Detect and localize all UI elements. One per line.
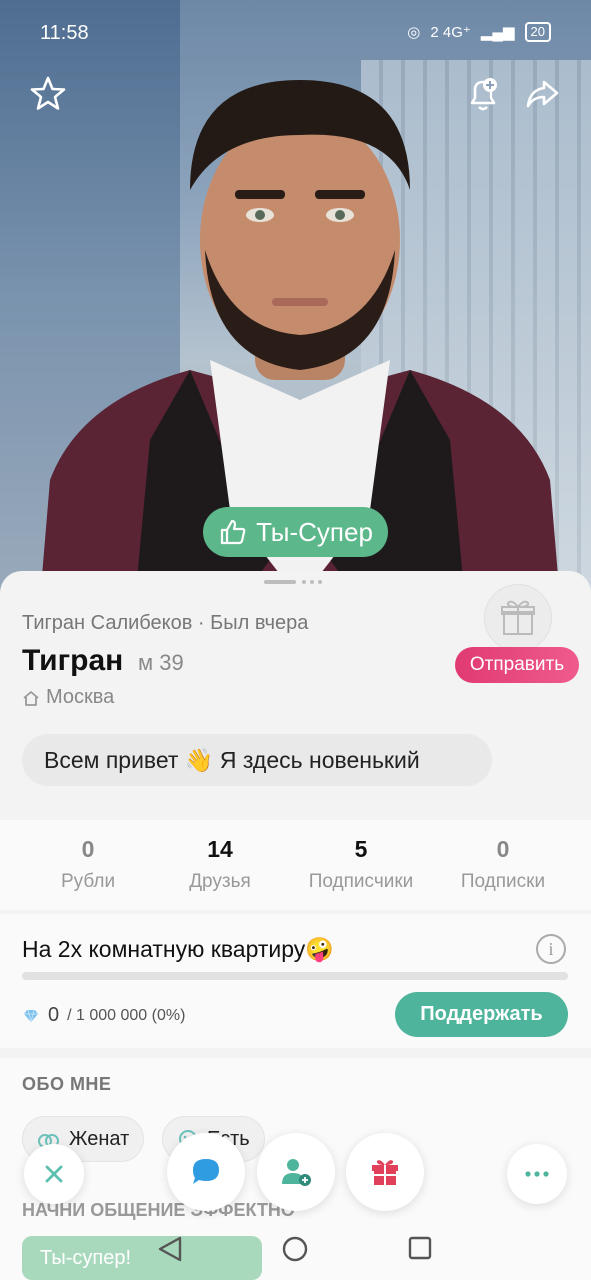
stat-value: 0 xyxy=(496,836,510,862)
gift-icon xyxy=(501,600,535,635)
drag-handle[interactable] xyxy=(264,579,324,585)
about-title: ОБО МНЕ xyxy=(22,1074,112,1094)
more-button[interactable] xyxy=(507,1144,567,1204)
stat-value: 14 xyxy=(207,836,233,862)
star-icon[interactable] xyxy=(28,74,68,114)
stat-subscriptions[interactable]: 0 Подписки xyxy=(433,836,573,893)
signal-bars-icon: ▂▄▆ xyxy=(480,24,515,41)
back-nav-icon[interactable] xyxy=(158,1236,182,1262)
stat-followers[interactable]: 5 Подписчики xyxy=(291,836,431,893)
close-button[interactable] xyxy=(24,1144,84,1204)
goal-title: На 2х комнатную квартиру🤪 xyxy=(22,936,334,962)
stat-label: Рубли xyxy=(60,871,116,892)
add-friend-button[interactable] xyxy=(257,1133,335,1211)
add-friend-icon xyxy=(282,1159,311,1186)
tag-label: Женат xyxy=(69,1127,130,1150)
signal-icon: ◎ xyxy=(407,24,421,41)
chat-icon xyxy=(193,1159,219,1184)
ty-super-button[interactable]: Ты-Супер xyxy=(203,507,388,557)
stat-label: Подписки xyxy=(460,871,546,892)
profile-name: Тигран xyxy=(22,644,124,677)
bell-plus-icon[interactable] xyxy=(463,74,503,114)
info-icon[interactable]: i xyxy=(536,934,566,964)
system-navigation-bar xyxy=(158,1236,432,1262)
full-name-line: Тигран Салибеков · Был вчера xyxy=(22,612,308,635)
home-icon xyxy=(23,690,39,706)
status-time: 11:58 xyxy=(40,22,89,44)
chat-button[interactable] xyxy=(167,1133,245,1211)
close-icon xyxy=(45,1165,63,1183)
status-message: Всем привет 👋 Я здесь новенький xyxy=(22,734,492,786)
battery-icon: 20 xyxy=(524,22,551,42)
goal-progress-bar xyxy=(22,972,568,980)
ty-super-label: Ты-Супер xyxy=(256,516,373,547)
start-chat-title: НАЧНИ ОБЩЕНИЕ ЭФФЕКТНО xyxy=(22,1200,295,1220)
stat-rubles[interactable]: 0 Рубли xyxy=(18,836,158,893)
diamond-icon xyxy=(24,1009,38,1022)
gender-age: м 39 xyxy=(138,650,184,675)
stat-value: 5 xyxy=(354,836,368,862)
city-line: Москва xyxy=(22,686,114,709)
city-name: Москва xyxy=(46,686,115,708)
goal-current: 0 xyxy=(48,1004,60,1026)
recents-nav-icon[interactable] xyxy=(408,1236,432,1260)
thumbs-up-icon xyxy=(220,519,246,545)
last-seen: Был вчера xyxy=(210,612,309,634)
stats-panel: 0 Рубли 14 Друзья 5 Подписчики 0 Подписк… xyxy=(0,820,591,910)
support-button[interactable]: Поддержать xyxy=(395,992,568,1037)
full-name: Тигран Салибеков xyxy=(22,612,193,634)
more-icon xyxy=(525,1171,549,1177)
fundraising-goal: На 2х комнатную квартиру🤪 i 0 / 1 000 00… xyxy=(0,914,591,1048)
gift-button[interactable] xyxy=(346,1133,424,1211)
stat-value: 0 xyxy=(81,836,95,862)
network-label: 2 4G⁺ xyxy=(430,24,471,41)
gift-preview[interactable] xyxy=(484,584,552,652)
stat-friends[interactable]: 14 Друзья xyxy=(150,836,290,893)
gift-icon xyxy=(372,1160,398,1185)
stat-label: Подписчики xyxy=(308,871,414,892)
home-nav-icon[interactable] xyxy=(282,1236,308,1262)
send-gift-button[interactable]: Отправить xyxy=(455,647,579,683)
goal-amount: 0 / 1 000 000 (0%) xyxy=(22,1004,185,1027)
status-icons: ◎ 2 4G⁺ ▂▄▆ 20 xyxy=(407,22,551,42)
goal-target: / 1 000 000 (0%) xyxy=(67,1006,186,1024)
status-bar: 11:58 ◎ 2 4G⁺ ▂▄▆ 20 xyxy=(0,0,591,64)
share-arrow-icon[interactable] xyxy=(522,74,562,114)
name-separator: · xyxy=(192,612,211,634)
stat-label: Друзья xyxy=(189,871,251,892)
